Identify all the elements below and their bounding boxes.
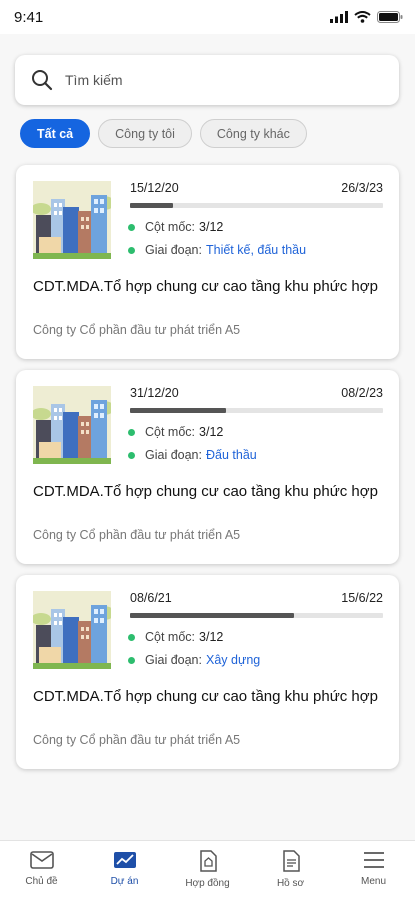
project-card[interactable]: 15/12/20 26/3/23 Cột mốc: 3/12 Giai đoạn… (16, 165, 399, 359)
milestone-value: 3/12 (199, 220, 224, 234)
progress-bar (130, 613, 383, 618)
project-dates: 15/12/20 26/3/23 (130, 181, 383, 195)
signal-icon (330, 11, 348, 23)
progress-fill (130, 613, 295, 618)
mail-icon (29, 851, 54, 869)
status-icons (330, 11, 403, 23)
project-thumbnail (33, 181, 111, 259)
nav-label-documents: Hồ sơ (276, 878, 305, 889)
search-icon (32, 70, 53, 91)
nav-label-menu: Menu (360, 876, 386, 887)
progress-fill (130, 203, 173, 208)
nav-item-projects[interactable]: Dự án (83, 841, 166, 900)
menu-icon (363, 852, 384, 868)
project-thumbnail (33, 591, 111, 669)
nav-item-contracts[interactable]: Hợp đồng (166, 841, 249, 900)
project-company: Công ty Cổ phần đầu tư phát triển A5 (33, 323, 241, 337)
nav-item-documents[interactable]: Hồ sơ (249, 841, 332, 900)
nav-label-contracts: Hợp đồng (185, 878, 230, 889)
wifi-icon (354, 11, 371, 23)
filter-other-company-chip[interactable]: Công ty khác (199, 119, 307, 148)
status-bar: 9:41 (0, 0, 415, 34)
start-date: 08/6/21 (130, 591, 172, 605)
project-card[interactable]: 31/12/20 08/2/23 Cột mốc: 3/12 Giai đoạn… (16, 370, 399, 564)
stage-label: Giai đoạn: (145, 243, 202, 257)
stage-row: Giai đoạn: Đấu thầu (128, 448, 257, 462)
end-date: 08/2/23 (341, 386, 383, 400)
project-thumbnail (33, 386, 111, 464)
milestone-row: Cột mốc: 3/12 (128, 220, 223, 234)
document-icon (282, 850, 300, 872)
milestone-label: Cột mốc: (145, 220, 196, 234)
status-time: 9:41 (14, 8, 44, 26)
milestone-label: Cột mốc: (145, 425, 196, 439)
stage-row: Giai đoạn: Xây dựng (128, 653, 260, 667)
contract-icon (199, 850, 217, 872)
project-card[interactable]: 08/6/21 15/6/22 Cột mốc: 3/12 Giai đoạn:… (16, 575, 399, 769)
nav-item-topics[interactable]: Chủ đề (0, 841, 83, 900)
projects-screen: Tất cả Công ty tôi Công ty khác (0, 34, 415, 840)
status-dot (128, 428, 135, 436)
project-company: Công ty Cổ phần đầu tư phát triển A5 (33, 733, 241, 747)
search-bar[interactable] (15, 55, 399, 105)
project-title: CDT.MDA.Tổ hợp chung cư cao tầng khu phứ… (33, 483, 378, 500)
end-date: 15/6/22 (341, 591, 383, 605)
project-title: CDT.MDA.Tổ hợp chung cư cao tầng khu phứ… (33, 278, 378, 295)
progress-fill (130, 408, 227, 413)
filter-my-company-chip[interactable]: Công ty tôi (98, 119, 192, 148)
progress-bar (130, 203, 383, 208)
status-dot (128, 656, 135, 664)
project-dates: 08/6/21 15/6/22 (130, 591, 383, 605)
stage-row: Giai đoạn: Thiết kế, đấu thầu (128, 243, 306, 257)
milestone-row: Cột mốc: 3/12 (128, 425, 223, 439)
project-title: CDT.MDA.Tổ hợp chung cư cao tầng khu phứ… (33, 688, 378, 705)
filter-all-chip[interactable]: Tất cả (20, 119, 91, 148)
stage-label: Giai đoạn: (145, 448, 202, 462)
stage-label: Giai đoạn: (145, 653, 202, 667)
milestone-row: Cột mốc: 3/12 (128, 630, 223, 644)
milestone-label: Cột mốc: (145, 630, 196, 644)
project-company: Công ty Cổ phần đầu tư phát triển A5 (33, 528, 241, 542)
status-dot (128, 223, 135, 231)
bottom-nav: Chủ đề Dự án Hợp đồng Hồ sơ Menu (0, 840, 415, 900)
battery-icon (377, 11, 403, 23)
project-dates: 31/12/20 08/2/23 (130, 386, 383, 400)
nav-item-menu[interactable]: Menu (332, 841, 415, 900)
chart-icon (113, 852, 136, 868)
status-dot (128, 246, 135, 254)
nav-label-topics: Chủ đề (25, 876, 58, 887)
nav-label-projects: Dự án (110, 876, 139, 887)
status-dot (128, 633, 135, 641)
stage-value: Xây dựng (205, 653, 261, 667)
filter-chips: Tất cả Công ty tôi Công ty khác (20, 119, 307, 148)
milestone-value: 3/12 (199, 630, 224, 644)
stage-value: Đấu thầu (205, 448, 257, 462)
search-input[interactable] (65, 72, 365, 88)
milestone-value: 3/12 (199, 425, 224, 439)
end-date: 26/3/23 (341, 181, 383, 195)
start-date: 15/12/20 (130, 181, 179, 195)
status-dot (128, 451, 135, 459)
stage-value: Thiết kế, đấu thầu (205, 243, 307, 257)
progress-bar (130, 408, 383, 413)
start-date: 31/12/20 (130, 386, 179, 400)
